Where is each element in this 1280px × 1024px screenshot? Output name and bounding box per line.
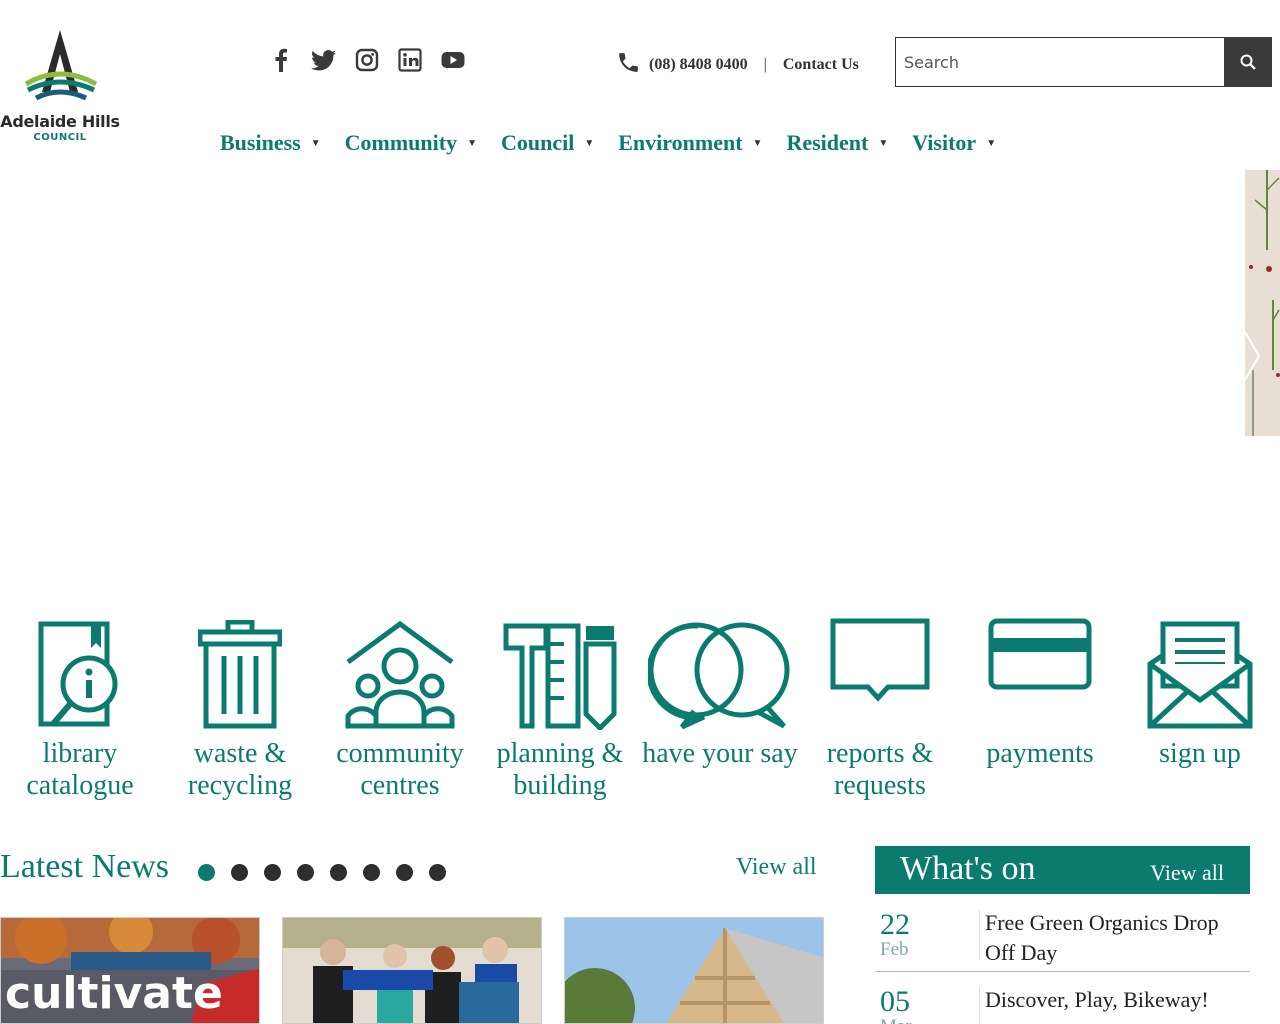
contact-separator: | [763,56,767,73]
nav-business[interactable]: Business ▼ [220,130,321,156]
news-pagination [198,864,446,881]
linkedin-icon[interactable] [397,46,422,74]
nav-visitor[interactable]: Visitor ▼ [912,130,996,156]
whats-on-header: What's on View all [875,846,1250,894]
chevron-down-icon: ▼ [752,137,763,149]
quick-link-label: sign up [1159,738,1241,769]
event-item[interactable]: 22 Feb Free Green Organics Drop Off Day [875,908,1250,972]
whats-on-view-all-link[interactable]: View all [1150,860,1224,886]
news-dot[interactable] [231,864,248,881]
search-icon [1240,54,1256,70]
event-month: Feb [880,939,909,960]
waste-bin-icon [160,612,320,730]
event-title: Discover, Play, Bikeway! [985,987,1209,1012]
contact-us-link[interactable]: Contact Us [783,56,859,74]
quick-link-library[interactable]: library catalogue [0,612,160,802]
chevron-down-icon: ▼ [467,137,477,149]
news-dot[interactable] [198,864,215,881]
news-card[interactable] [282,917,542,1024]
search-bar [895,37,1272,87]
phone-number[interactable]: (08) 8408 0400 [649,56,748,74]
news-card[interactable]: cultivate [0,917,260,1024]
contact-bar: (08) 8408 0400 | Contact Us [616,50,859,80]
facebook-icon[interactable] [268,46,293,74]
news-dot[interactable] [297,864,314,881]
quick-link-planning[interactable]: planning & building [480,612,640,802]
chevron-down-icon: ▼ [878,137,889,149]
quick-link-have-your-say[interactable]: have your say [640,612,800,770]
speech-bubbles-icon [640,612,800,730]
search-button[interactable] [1224,37,1272,87]
news-card[interactable] [564,917,824,1024]
quick-link-label: planning & building [496,738,624,801]
youtube-icon[interactable] [440,46,465,74]
envelope-icon [1120,612,1280,730]
quick-link-label: payments [986,738,1094,769]
quick-links: library catalogue waste & recycling comm… [0,612,1280,802]
council-logo[interactable]: Adelaide Hills COUNCIL [0,28,120,150]
event-month: Mar [880,1016,912,1024]
quick-link-label: library catalogue [26,738,134,801]
news-dot[interactable] [330,864,347,881]
chevron-down-icon: ▼ [310,137,321,149]
quick-link-payments[interactable]: payments [960,612,1120,770]
event-divider [979,987,980,1024]
planning-tools-icon [480,612,640,730]
event-item[interactable]: 05 Mar Discover, Play, Bikeway! [875,985,1250,1024]
report-bubble-icon [800,612,960,730]
event-divider [979,910,980,960]
carousel-next-arrow[interactable] [1242,330,1262,382]
news-card-caption: cultivate [5,968,223,1019]
library-catalogue-icon [0,612,160,730]
news-card-image: cultivate [1,918,259,1023]
chevron-right-icon [1244,331,1261,381]
news-heading: Latest News [0,848,170,885]
news-view-all-link[interactable]: View all [736,854,817,881]
quick-link-waste[interactable]: waste & recycling [160,612,320,802]
news-card-image [283,918,541,1023]
quick-link-sign-up[interactable]: sign up [1120,612,1280,770]
event-title: Free Green Organics Drop Off Day [985,910,1219,965]
chevron-down-icon: ▼ [584,137,595,149]
quick-link-label: have your say [642,738,798,769]
news-dot[interactable] [264,864,281,881]
news-card-image [565,918,823,1023]
nav-resident[interactable]: Resident ▼ [786,130,888,156]
chevron-down-icon: ▼ [986,137,997,149]
card-icon [960,612,1120,730]
logo-mark [24,30,98,101]
event-day: 22 [880,908,910,941]
nav-community[interactable]: Community ▼ [345,130,477,156]
news-dot[interactable] [396,864,413,881]
quick-link-community[interactable]: community centres [320,612,480,802]
quick-link-reports[interactable]: reports & requests [800,612,960,802]
phone-icon [616,50,641,80]
twitter-icon[interactable] [311,46,336,74]
search-input[interactable] [895,37,1224,87]
quick-link-label: reports & requests [826,738,934,801]
news-dot[interactable] [429,864,446,881]
hero-carousel [0,170,1280,596]
event-day: 05 [880,985,910,1018]
news-dot[interactable] [363,864,380,881]
nav-environment[interactable]: Environment ▼ [618,130,762,156]
community-centres-icon [320,612,480,730]
whats-on-heading: What's on [900,850,1036,887]
nav-council[interactable]: Council ▼ [501,130,594,156]
logo-sub: COUNCIL [33,132,87,143]
quick-link-label: community centres [336,738,464,801]
instagram-icon[interactable] [354,46,379,74]
logo-name: Adelaide Hills [0,112,120,131]
quick-link-label: waste & recycling [187,738,293,801]
hero-slide-image [1245,170,1280,436]
social-links [268,46,465,74]
main-nav: Business ▼ Community ▼ Council ▼ Environmen… [220,130,1020,156]
